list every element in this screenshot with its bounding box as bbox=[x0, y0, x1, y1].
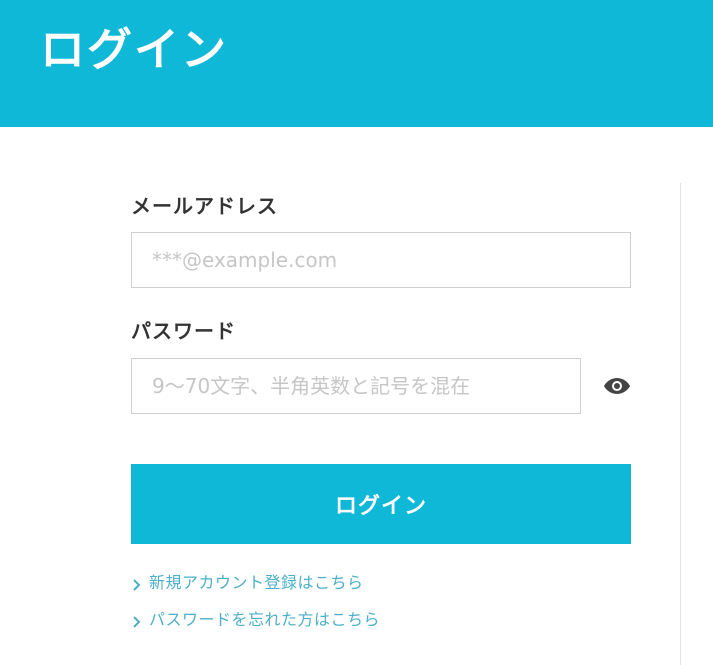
eye-icon bbox=[603, 376, 635, 396]
login-button[interactable]: ログイン bbox=[131, 464, 631, 544]
password-field[interactable] bbox=[131, 358, 581, 414]
chevron-right-icon bbox=[131, 576, 143, 591]
chevron-right-icon bbox=[131, 613, 143, 628]
show-password-toggle[interactable] bbox=[603, 372, 635, 400]
vertical-divider bbox=[680, 183, 681, 665]
register-link[interactable]: 新規アカウント登録はこちら bbox=[131, 572, 364, 594]
forgot-password-link-label: パスワードを忘れた方はこちら bbox=[149, 610, 381, 629]
forgot-password-link[interactable]: パスワードを忘れた方はこちら bbox=[131, 609, 380, 631]
register-link-label: 新規アカウント登録はこちら bbox=[149, 573, 364, 592]
email-label: メールアドレス bbox=[131, 194, 278, 218]
password-label: パスワード bbox=[131, 319, 236, 343]
page-title: ログイン bbox=[40, 23, 229, 76]
email-field[interactable] bbox=[131, 232, 631, 288]
page-header: ログイン bbox=[0, 0, 713, 127]
